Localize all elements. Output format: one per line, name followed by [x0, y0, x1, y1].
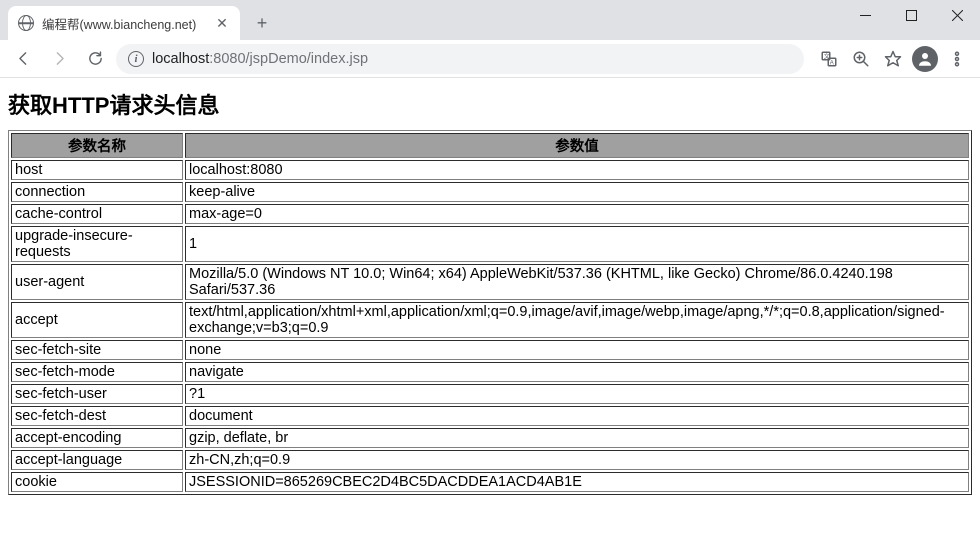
tab-title: 编程帮(www.biancheng.net): [42, 14, 196, 33]
header-name-cell: sec-fetch-site: [11, 340, 183, 360]
table-row: connectionkeep-alive: [11, 182, 969, 202]
reload-button[interactable]: [80, 44, 110, 74]
forward-button[interactable]: [44, 44, 74, 74]
menu-button[interactable]: [942, 44, 972, 74]
svg-text:A: A: [830, 60, 834, 66]
table-row: accepttext/html,application/xhtml+xml,ap…: [11, 302, 969, 338]
column-header-value: 参数值: [185, 133, 969, 158]
table-row: cache-controlmax-age=0: [11, 204, 969, 224]
globe-icon: [18, 15, 34, 31]
header-value-cell: none: [185, 340, 969, 360]
bookmark-icon[interactable]: [878, 44, 908, 74]
header-name-cell: upgrade-insecure-requests: [11, 226, 183, 262]
header-name-cell: accept-language: [11, 450, 183, 470]
avatar: [912, 46, 938, 72]
table-row: sec-fetch-modenavigate: [11, 362, 969, 382]
table-row: hostlocalhost:8080: [11, 160, 969, 180]
toolbar-right: 文A: [814, 44, 972, 74]
table-row: accept-languagezh-CN,zh;q=0.9: [11, 450, 969, 470]
url-path: /jspDemo/index.jsp: [246, 51, 369, 67]
close-window-button[interactable]: [934, 0, 980, 30]
header-value-cell: Mozilla/5.0 (Windows NT 10.0; Win64; x64…: [185, 264, 969, 300]
table-row: sec-fetch-sitenone: [11, 340, 969, 360]
header-value-cell: keep-alive: [185, 182, 969, 202]
new-tab-button[interactable]: +: [248, 9, 276, 37]
header-name-cell: user-agent: [11, 264, 183, 300]
table-row: upgrade-insecure-requests1: [11, 226, 969, 262]
header-name-cell: cookie: [11, 472, 183, 492]
window-controls: [842, 0, 980, 30]
page-content: 获取HTTP请求头信息 参数名称 参数值 hostlocalhost:8080c…: [0, 78, 980, 503]
table-header-row: 参数名称 参数值: [11, 133, 969, 158]
svg-text:文: 文: [824, 52, 830, 60]
header-value-cell: zh-CN,zh;q=0.9: [185, 450, 969, 470]
table-row: user-agentMozilla/5.0 (Windows NT 10.0; …: [11, 264, 969, 300]
table-row: accept-encodinggzip, deflate, br: [11, 428, 969, 448]
header-value-cell: JSESSIONID=865269CBEC2D4BC5DACDDEA1ACD4A…: [185, 472, 969, 492]
table-row: sec-fetch-user?1: [11, 384, 969, 404]
page-title: 获取HTTP请求头信息: [8, 88, 972, 120]
header-value-cell: gzip, deflate, br: [185, 428, 969, 448]
headers-table: 参数名称 参数值 hostlocalhost:8080connectionkee…: [8, 130, 972, 495]
header-value-cell: navigate: [185, 362, 969, 382]
maximize-button[interactable]: [888, 0, 934, 30]
address-bar[interactable]: i localhost:8080/jspDemo/index.jsp: [116, 44, 804, 74]
header-value-cell: 1: [185, 226, 969, 262]
header-name-cell: cache-control: [11, 204, 183, 224]
header-name-cell: accept: [11, 302, 183, 338]
back-button[interactable]: [8, 44, 38, 74]
header-value-cell: max-age=0: [185, 204, 969, 224]
close-tab-button[interactable]: ✕: [214, 15, 230, 31]
header-value-cell: ?1: [185, 384, 969, 404]
window-titlebar: 编程帮(www.biancheng.net) ✕ +: [0, 0, 980, 40]
site-info-icon[interactable]: i: [128, 51, 144, 67]
header-value-cell: document: [185, 406, 969, 426]
header-value-cell: text/html,application/xhtml+xml,applicat…: [185, 302, 969, 338]
table-row: sec-fetch-destdocument: [11, 406, 969, 426]
header-name-cell: sec-fetch-mode: [11, 362, 183, 382]
browser-toolbar: i localhost:8080/jspDemo/index.jsp 文A: [0, 40, 980, 78]
translate-icon[interactable]: 文A: [814, 44, 844, 74]
zoom-icon[interactable]: [846, 44, 876, 74]
header-name-cell: host: [11, 160, 183, 180]
url-port: :8080: [209, 51, 245, 67]
browser-tab[interactable]: 编程帮(www.biancheng.net) ✕: [8, 6, 240, 40]
column-header-name: 参数名称: [11, 133, 183, 158]
header-name-cell: connection: [11, 182, 183, 202]
minimize-button[interactable]: [842, 0, 888, 30]
url-host: localhost: [152, 51, 209, 67]
header-name-cell: sec-fetch-user: [11, 384, 183, 404]
url-display: localhost:8080/jspDemo/index.jsp: [152, 51, 368, 67]
header-value-cell: localhost:8080: [185, 160, 969, 180]
profile-button[interactable]: [910, 44, 940, 74]
header-name-cell: accept-encoding: [11, 428, 183, 448]
table-row: cookieJSESSIONID=865269CBEC2D4BC5DACDDEA…: [11, 472, 969, 492]
header-name-cell: sec-fetch-dest: [11, 406, 183, 426]
